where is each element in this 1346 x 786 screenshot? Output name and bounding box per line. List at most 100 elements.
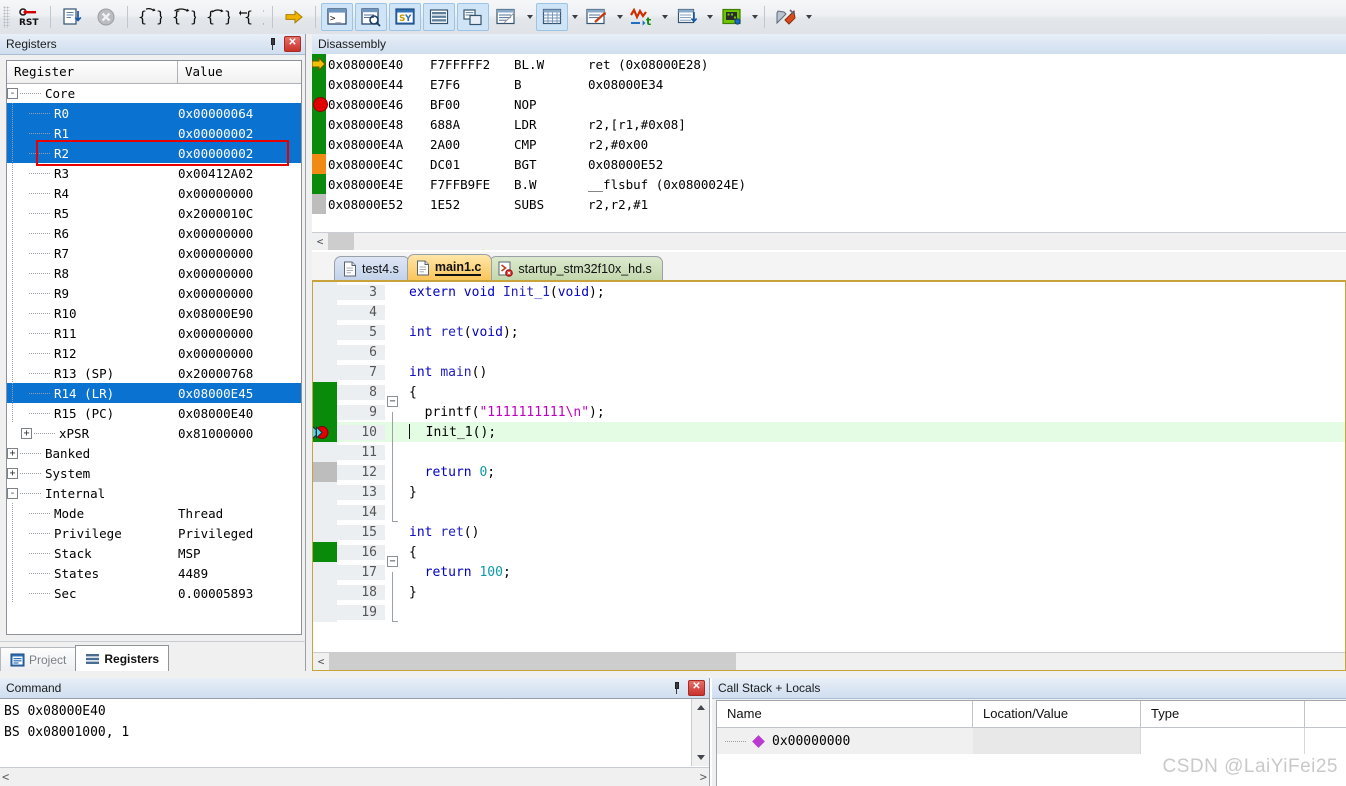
toolbar-grip[interactable] <box>3 6 10 28</box>
disassembly-gutter-marker[interactable] <box>312 114 326 134</box>
trace-windows-dropdown[interactable] <box>704 4 715 30</box>
editor-gutter-marker[interactable] <box>313 502 337 522</box>
editor-tab[interactable]: test4.s <box>334 256 410 280</box>
editor-gutter-marker[interactable] <box>313 282 337 302</box>
register-row[interactable]: R5 0x2000010C <box>7 203 301 223</box>
step-button[interactable]: { } <box>133 3 165 31</box>
editor-gutter-marker[interactable] <box>313 382 337 402</box>
breakpoint-arrow-icon[interactable] <box>313 425 331 440</box>
code-line[interactable]: 13} <box>313 482 1345 512</box>
watch-windows-dropdown[interactable] <box>524 4 535 30</box>
register-row[interactable]: R2 0x00000002 <box>7 143 301 163</box>
scroll-left-icon[interactable]: < <box>313 654 329 669</box>
memory-windows-dropdown[interactable] <box>569 4 580 30</box>
tree-expander[interactable]: + <box>21 427 32 439</box>
column-header-value[interactable]: Value <box>178 61 301 83</box>
editor-tab[interactable]: main1.c <box>406 254 493 280</box>
register-row[interactable]: R1 0x00000002 <box>7 123 301 143</box>
tools-dropdown[interactable] <box>803 4 814 30</box>
editor-gutter-marker[interactable] <box>313 562 337 582</box>
register-row[interactable]: + xPSR 0x81000000 <box>7 423 301 443</box>
show-next-statement-button[interactable] <box>278 3 310 31</box>
register-row[interactable]: + Banked <box>7 443 301 463</box>
reset-button[interactable]: RST <box>13 3 45 31</box>
tree-expander[interactable]: + <box>7 447 18 459</box>
column-header-location-value[interactable]: Location/Value <box>973 701 1141 727</box>
disassembly-line[interactable]: 0x08000E4C DC01 BGT 0x08000E52 <box>312 154 1346 174</box>
editor-gutter-marker[interactable] <box>313 442 337 462</box>
disassembly-line[interactable]: 0x08000E4E F7FFB9FE B.W __flsbuf (0x0800024… <box>312 174 1346 194</box>
register-row[interactable]: R11 0x00000000 <box>7 323 301 343</box>
code-line[interactable]: 17 return 100; <box>313 562 1345 592</box>
dock-tab-project[interactable]: Project <box>0 647 77 671</box>
fold-toggle[interactable]: − <box>387 556 398 567</box>
code-line[interactable]: 10 Init_1(); <box>313 422 1345 452</box>
register-row[interactable]: R14 (LR) 0x08000E45 <box>7 383 301 403</box>
editor-gutter-marker[interactable] <box>313 522 337 542</box>
column-header-type[interactable]: Type <box>1141 701 1305 727</box>
code-line[interactable]: 12 return 0; <box>313 462 1345 492</box>
editor-hscrollbar[interactable]: < <box>313 652 1345 670</box>
step-over-button[interactable]: { } <box>167 3 199 31</box>
code-line[interactable]: 3 extern void Init_1(void); <box>313 282 1345 302</box>
code-line[interactable]: 4 <box>313 302 1345 322</box>
editor-gutter-marker[interactable] <box>313 302 337 322</box>
code-line[interactable]: 18} <box>313 582 1345 612</box>
call-stack-window-button[interactable] <box>457 3 489 31</box>
code-line[interactable]: 11 <box>313 442 1345 472</box>
register-row[interactable]: States 4489 <box>7 563 301 583</box>
register-row[interactable]: Sec 0.00005893 <box>7 583 301 603</box>
editor-gutter-marker[interactable] <box>313 582 337 602</box>
disassembly-gutter-marker[interactable] <box>312 134 326 154</box>
registers-window-button[interactable] <box>423 3 455 31</box>
scroll-left-icon[interactable]: < <box>2 770 9 784</box>
tree-expander[interactable]: - <box>7 487 18 499</box>
register-row[interactable]: R4 0x00000000 <box>7 183 301 203</box>
disassembly-gutter-marker[interactable] <box>312 54 326 74</box>
register-row[interactable]: R15 (PC) 0x08000E40 <box>7 403 301 423</box>
editor-gutter-marker[interactable] <box>313 342 337 362</box>
register-row[interactable]: R0 0x00000064 <box>7 103 301 123</box>
register-row[interactable]: R9 0x00000000 <box>7 283 301 303</box>
disassembly-line[interactable]: 0x08000E40 F7FFFFF2 BL.W ret (0x08000E28) <box>312 54 1346 74</box>
register-row[interactable]: R3 0x00412A02 <box>7 163 301 183</box>
close-icon[interactable]: ✕ <box>688 680 705 696</box>
editor-gutter-marker[interactable] <box>313 482 337 502</box>
disassembly-line[interactable]: 0x08000E48 688A LDR r2,[r1,#0x08] <box>312 114 1346 134</box>
step-into-file-button[interactable] <box>56 3 88 31</box>
editor-gutter-marker[interactable] <box>313 542 337 562</box>
register-row[interactable]: - Core <box>7 83 301 103</box>
scroll-right-icon[interactable]: > <box>700 770 707 784</box>
editor-gutter-marker[interactable] <box>313 422 337 442</box>
command-output[interactable]: BS 0x08000E40 BS 0x08001000, 1 < > <box>0 698 709 786</box>
code-line[interactable]: 9 printf("1111111111\n"); <box>313 402 1345 432</box>
disassembly-line[interactable]: 0x08000E52 1E52 SUBS r2,r2,#1 <box>312 194 1346 214</box>
register-row[interactable]: R10 0x08000E90 <box>7 303 301 323</box>
scroll-thumb[interactable] <box>329 653 736 670</box>
call-stack-row[interactable]: 0x00000000 <box>717 728 1346 754</box>
system-viewer-button[interactable] <box>716 3 748 31</box>
column-header-blank[interactable] <box>1305 701 1346 727</box>
tree-expander[interactable]: - <box>7 87 18 99</box>
disassembly-gutter-marker[interactable] <box>312 194 326 214</box>
code-line[interactable]: 5 int ret(void); <box>313 322 1345 342</box>
breakpoint-icon[interactable] <box>313 97 328 112</box>
disassembly-gutter-marker[interactable] <box>312 154 326 174</box>
serial-windows-dropdown[interactable] <box>614 4 625 30</box>
scroll-left-icon[interactable]: < <box>312 234 328 249</box>
disassembly-line[interactable]: 0x08000E46 BF00 NOP <box>312 94 1346 114</box>
command-vscrollbar[interactable] <box>691 699 709 766</box>
editor-gutter-marker[interactable] <box>313 602 337 622</box>
tree-expander[interactable]: + <box>7 467 18 479</box>
disassembly-hscrollbar[interactable]: < <box>312 232 1346 250</box>
register-row[interactable]: - Internal <box>7 483 301 503</box>
register-row[interactable]: R6 0x00000000 <box>7 223 301 243</box>
disassembly-line[interactable]: 0x08000E4A 2A00 CMP r2,#0x00 <box>312 134 1346 154</box>
system-viewer-dropdown[interactable] <box>749 4 760 30</box>
call-stack-location-cell[interactable] <box>973 728 1141 754</box>
code-line[interactable]: 15 int ret() <box>313 522 1345 542</box>
call-stack-type-cell[interactable] <box>1141 728 1305 754</box>
code-line[interactable]: 19 <box>313 602 1345 622</box>
step-out-button[interactable]: { } <box>201 3 233 31</box>
pin-icon[interactable] <box>266 37 280 51</box>
